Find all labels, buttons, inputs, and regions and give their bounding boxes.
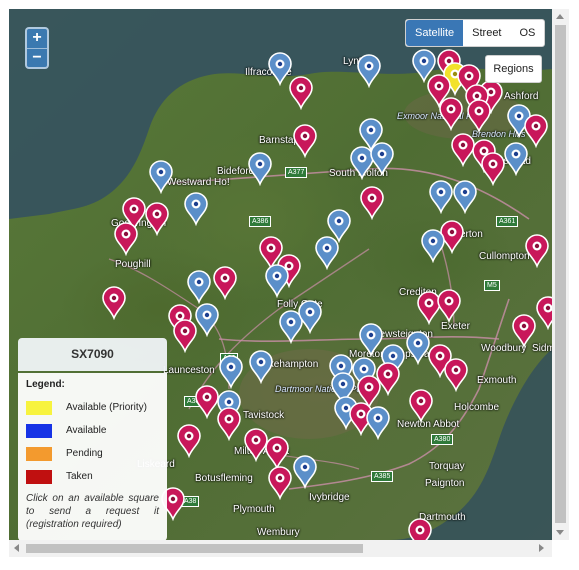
legend-swatch (26, 400, 52, 415)
layer-os-button[interactable]: OS (511, 20, 545, 46)
place-ashford: Ashford (504, 91, 539, 102)
taken-square-marker-icon[interactable] (264, 436, 290, 470)
available-square-marker-icon[interactable] (452, 180, 478, 214)
available-square-marker-icon[interactable] (503, 142, 529, 176)
available-square-marker-icon[interactable] (264, 264, 290, 298)
horizontal-scrollbar[interactable] (9, 540, 552, 557)
taken-square-marker-icon[interactable] (524, 234, 550, 268)
available-square-marker-icon[interactable] (186, 270, 212, 304)
available-square-marker-icon[interactable] (297, 300, 323, 334)
taken-square-marker-icon[interactable] (172, 319, 198, 353)
taken-square-marker-icon[interactable] (101, 286, 127, 320)
scroll-up-icon[interactable] (556, 14, 564, 19)
road-label: A380 (431, 434, 454, 445)
legend-item: Pending (26, 442, 159, 465)
layer-switcher: Satellite Street OS (405, 19, 546, 47)
legend-label: Pending (66, 448, 103, 459)
taken-square-marker-icon[interactable] (216, 407, 242, 441)
legend-label: Available (Priority) (66, 402, 147, 413)
place-wembury: Wembury (257, 527, 300, 538)
vertical-scrollbar[interactable] (552, 9, 569, 540)
taken-square-marker-icon[interactable] (176, 424, 202, 458)
taken-square-marker-icon[interactable] (212, 266, 238, 300)
taken-square-marker-icon[interactable] (436, 289, 462, 323)
place-torquay: Torquay (429, 461, 465, 472)
place-paignton: Paignton (425, 478, 465, 489)
place-westward-ho: Westward Ho! (167, 177, 230, 188)
taken-square-marker-icon[interactable] (407, 518, 433, 540)
zoom-out-button[interactable]: − (27, 48, 47, 67)
available-square-marker-icon[interactable] (148, 160, 174, 194)
place-launceston: Launceston (163, 365, 215, 376)
taken-square-marker-icon[interactable] (144, 202, 170, 236)
road-label: A386 (249, 216, 272, 227)
grid-reference: SX7090 (18, 338, 167, 371)
taken-square-marker-icon[interactable] (113, 222, 139, 256)
taken-square-marker-icon[interactable] (511, 314, 537, 348)
available-square-marker-icon[interactable] (428, 180, 454, 214)
scroll-right-icon[interactable] (539, 544, 544, 552)
map-frame: Ilfracombe Lynton Barnstaple Bideford So… (0, 0, 579, 570)
place-botusfleming: Botusfleming (195, 473, 253, 484)
legend-panel: Legend: Available (Priority) Available P… (18, 373, 167, 541)
available-square-marker-icon[interactable] (218, 355, 244, 389)
taken-square-marker-icon[interactable] (267, 466, 293, 500)
regions-button[interactable]: Regions (485, 55, 542, 83)
zoom-in-button[interactable]: + (27, 29, 47, 48)
road-label: A377 (285, 167, 308, 178)
available-square-marker-icon[interactable] (292, 455, 318, 489)
place-plymouth: Plymouth (233, 504, 275, 515)
taken-square-marker-icon[interactable] (438, 97, 464, 131)
taken-square-marker-icon[interactable] (292, 124, 318, 158)
taken-square-marker-icon[interactable] (288, 76, 314, 110)
zoom-control: + − (25, 27, 49, 69)
taken-square-marker-icon[interactable] (443, 358, 469, 392)
legend-item: Available (26, 419, 159, 442)
layer-satellite-button[interactable]: Satellite (406, 20, 464, 46)
available-square-marker-icon[interactable] (314, 236, 340, 270)
available-square-marker-icon[interactable] (183, 192, 209, 226)
road-label: M5 (484, 280, 500, 291)
place-holcombe: Holcombe (454, 402, 500, 413)
legend-swatch (26, 423, 52, 438)
legend-swatch (26, 469, 52, 484)
legend-note: Click on an available square to send a r… (26, 493, 159, 530)
available-square-marker-icon[interactable] (247, 152, 273, 186)
place-poughill: Poughill (115, 259, 151, 270)
legend-item: Taken (26, 465, 159, 488)
road-label: A361 (496, 216, 519, 227)
legend-label: Taken (66, 471, 93, 482)
layer-street-button[interactable]: Street (463, 20, 510, 46)
taken-square-marker-icon[interactable] (408, 389, 434, 423)
available-square-marker-icon[interactable] (356, 54, 382, 88)
scroll-left-icon[interactable] (14, 544, 19, 552)
place-cullompton: Cullompton (479, 251, 530, 262)
legend-label: Available (66, 425, 107, 436)
horizontal-scroll-thumb[interactable] (26, 544, 363, 553)
place-ivybridge: Ivybridge (309, 492, 350, 503)
vertical-scroll-thumb[interactable] (555, 25, 566, 523)
available-square-marker-icon[interactable] (369, 142, 395, 176)
taken-square-marker-icon[interactable] (535, 296, 552, 330)
legend-title: Legend: (26, 379, 65, 390)
scroll-down-icon[interactable] (556, 530, 564, 535)
available-square-marker-icon[interactable] (420, 229, 446, 263)
taken-square-marker-icon[interactable] (466, 99, 492, 133)
available-square-marker-icon[interactable] (248, 350, 274, 384)
legend-swatch (26, 446, 52, 461)
available-square-marker-icon[interactable] (365, 406, 391, 440)
place-exmouth: Exmouth (477, 375, 517, 386)
legend-item: Available (Priority) (26, 396, 159, 419)
place-tavistock: Tavistock (243, 410, 285, 421)
taken-square-marker-icon[interactable] (359, 186, 385, 220)
road-label: A385 (371, 471, 394, 482)
